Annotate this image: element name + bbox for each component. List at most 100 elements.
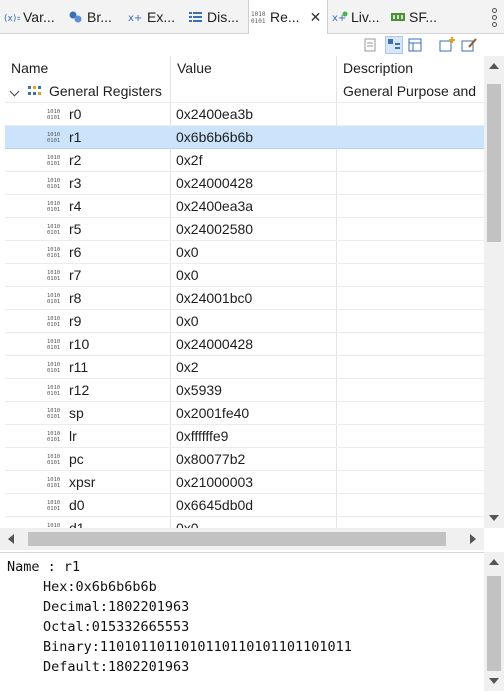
register-value[interactable]: 0x0	[176, 264, 336, 287]
register-row[interactable]: 1010 0101 r4 0x2400ea3a	[5, 195, 484, 218]
register-value[interactable]: 0x5939	[176, 379, 336, 402]
table-horizontal-scrollbar[interactable]	[0, 528, 484, 550]
tab-sfrs[interactable]: SF...	[390, 0, 442, 34]
register-value[interactable]: 0x2	[176, 356, 336, 379]
column-header-value[interactable]: Value	[171, 56, 336, 80]
svg-text:0101: 0101	[47, 115, 60, 120]
register-value[interactable]: 0x24002580	[176, 218, 336, 241]
svg-text:0101: 0101	[47, 460, 60, 465]
register-row[interactable]: 1010 0101 r3 0x24000428	[5, 172, 484, 195]
show-columns-icon[interactable]	[406, 36, 424, 54]
register-row[interactable]: 1010 0101 r2 0x2f	[5, 149, 484, 172]
register-row[interactable]: 1010 0101 r5 0x24002580	[5, 218, 484, 241]
register-value[interactable]: 0x2001fe40	[176, 402, 336, 425]
tab-expressions[interactable]: x+ Ex...	[128, 0, 180, 34]
tab-variables[interactable]: (x)= Var...	[4, 0, 60, 34]
register-row[interactable]: 1010 0101 pc 0x80077b2	[5, 448, 484, 471]
register-value[interactable]: 0x0	[176, 310, 336, 333]
svg-text:0101: 0101	[47, 437, 60, 442]
register-row[interactable]: 1010 0101 r6 0x0	[5, 241, 484, 264]
register-value[interactable]: 0x0	[176, 517, 336, 528]
scrollbar-thumb[interactable]	[487, 576, 501, 671]
register-value[interactable]: 0x24001bc0	[176, 287, 336, 310]
register-name: d1	[69, 520, 85, 528]
number-format-icon[interactable]	[362, 36, 380, 54]
view-menu-icon[interactable]	[492, 6, 500, 28]
svg-text:0101: 0101	[47, 230, 60, 235]
scroll-down-icon[interactable]	[489, 515, 499, 521]
register-icon: 10100101	[47, 178, 60, 189]
register-value[interactable]: 0x2400ea3a	[176, 195, 336, 218]
tab-registers[interactable]: 1010 0101 Re... ✕	[248, 0, 328, 34]
scrollbar-thumb[interactable]	[28, 532, 446, 546]
detail-decimal: Decimal:1802201963	[43, 599, 190, 615]
register-value[interactable]: 0x80077b2	[176, 448, 336, 471]
register-row[interactable]: 1010 0101 r9 0x0	[5, 310, 484, 333]
register-value[interactable]: 0x6645db0d	[176, 494, 336, 517]
register-value[interactable]: 0x21000003	[176, 471, 336, 494]
column-header-name[interactable]: Name	[5, 56, 170, 80]
tab-breakpoints[interactable]: Br...	[68, 0, 120, 34]
register-value[interactable]: 0x24000428	[176, 172, 336, 195]
register-row[interactable]: 1010 0101 r1 0x6b6b6b6b	[5, 126, 484, 149]
scroll-left-icon[interactable]	[8, 534, 14, 544]
register-icon: 10100101	[47, 408, 60, 419]
tab-disassembly[interactable]: Dis...	[188, 0, 244, 34]
scroll-right-icon[interactable]	[470, 534, 476, 544]
register-group-description: General Purpose and	[343, 83, 477, 99]
svg-text:0101: 0101	[47, 368, 60, 373]
register-row[interactable]: 1010 0101 lr 0xffffffe9	[5, 425, 484, 448]
register-row[interactable]: 1010 0101 r10 0x24000428	[5, 333, 484, 356]
register-icon: 10100101	[47, 477, 60, 488]
svg-text:0101: 0101	[47, 322, 60, 327]
svg-text:0101: 0101	[47, 184, 60, 189]
svg-text:0101: 0101	[47, 299, 60, 304]
svg-text:0101: 0101	[47, 483, 60, 488]
register-value[interactable]: 0x2400ea3b	[176, 103, 336, 126]
register-value[interactable]: 0x2f	[176, 149, 336, 172]
scroll-up-icon[interactable]	[489, 63, 499, 69]
register-icon: 10100101	[47, 431, 60, 442]
edit-register-group-icon[interactable]	[460, 36, 478, 54]
register-name: r0	[69, 106, 82, 122]
column-header-description[interactable]: Description	[337, 56, 484, 80]
scroll-down-icon[interactable]	[489, 678, 499, 684]
tab-live-expressions[interactable]: x+ Liv...	[332, 0, 386, 34]
detail-name-line: Name : r1	[7, 559, 81, 575]
register-row[interactable]: 1010 0101 r7 0x0	[5, 264, 484, 287]
table-vertical-scrollbar[interactable]	[484, 56, 504, 528]
svg-text:(x)=: (x)=	[4, 14, 20, 24]
detail-vertical-scrollbar[interactable]	[484, 552, 504, 691]
register-row[interactable]: 10100101d10x0	[5, 517, 484, 528]
layout-toggle-icon[interactable]	[385, 36, 403, 54]
register-detail-pane[interactable]: Name : r1 Hex:0x6b6b6b6b Decimal:1802201…	[0, 552, 484, 692]
chevron-down-icon[interactable]	[9, 86, 20, 97]
register-row[interactable]: 1010 0101 sp 0x2001fe40	[5, 402, 484, 425]
close-icon[interactable]: ✕	[310, 9, 322, 26]
register-value[interactable]: 0x24000428	[176, 333, 336, 356]
register-row[interactable]: 1010 0101 r0 0x2400ea3b	[5, 103, 484, 126]
register-row[interactable]: 1010 0101 xpsr 0x21000003	[5, 471, 484, 494]
register-row[interactable]: 1010 0101 r8 0x24001bc0	[5, 287, 484, 310]
scroll-up-icon[interactable]	[489, 559, 499, 565]
register-row[interactable]: 1010 0101 d0 0x6645db0d	[5, 494, 484, 517]
disassembly-icon	[189, 12, 202, 22]
register-row[interactable]: 1010 0101 r11 0x2	[5, 356, 484, 379]
register-value[interactable]: 0x6b6b6b6b	[176, 126, 336, 149]
register-icon: 10100101	[47, 339, 60, 350]
register-icon: 10100101	[47, 385, 60, 396]
register-name: d0	[69, 497, 85, 513]
svg-text:0101: 0101	[47, 138, 60, 143]
register-row[interactable]: 1010 0101 r12 0x5939	[5, 379, 484, 402]
svg-text:x+: x+	[128, 13, 142, 24]
register-name: r7	[69, 267, 82, 283]
scrollbar-thumb[interactable]	[487, 84, 501, 242]
register-icon: 10100101	[47, 247, 60, 258]
svg-text:0101: 0101	[47, 345, 60, 350]
register-value[interactable]: 0xffffffe9	[176, 425, 336, 448]
view-tab-bar: (x)= Var... Br... x+ Ex... Dis... 101001…	[0, 0, 504, 34]
register-icon: 10100101	[47, 155, 60, 166]
register-group-row[interactable]: General Registers General Purpose and	[5, 80, 484, 103]
register-value[interactable]: 0x0	[176, 241, 336, 264]
add-register-group-icon[interactable]	[438, 36, 456, 54]
